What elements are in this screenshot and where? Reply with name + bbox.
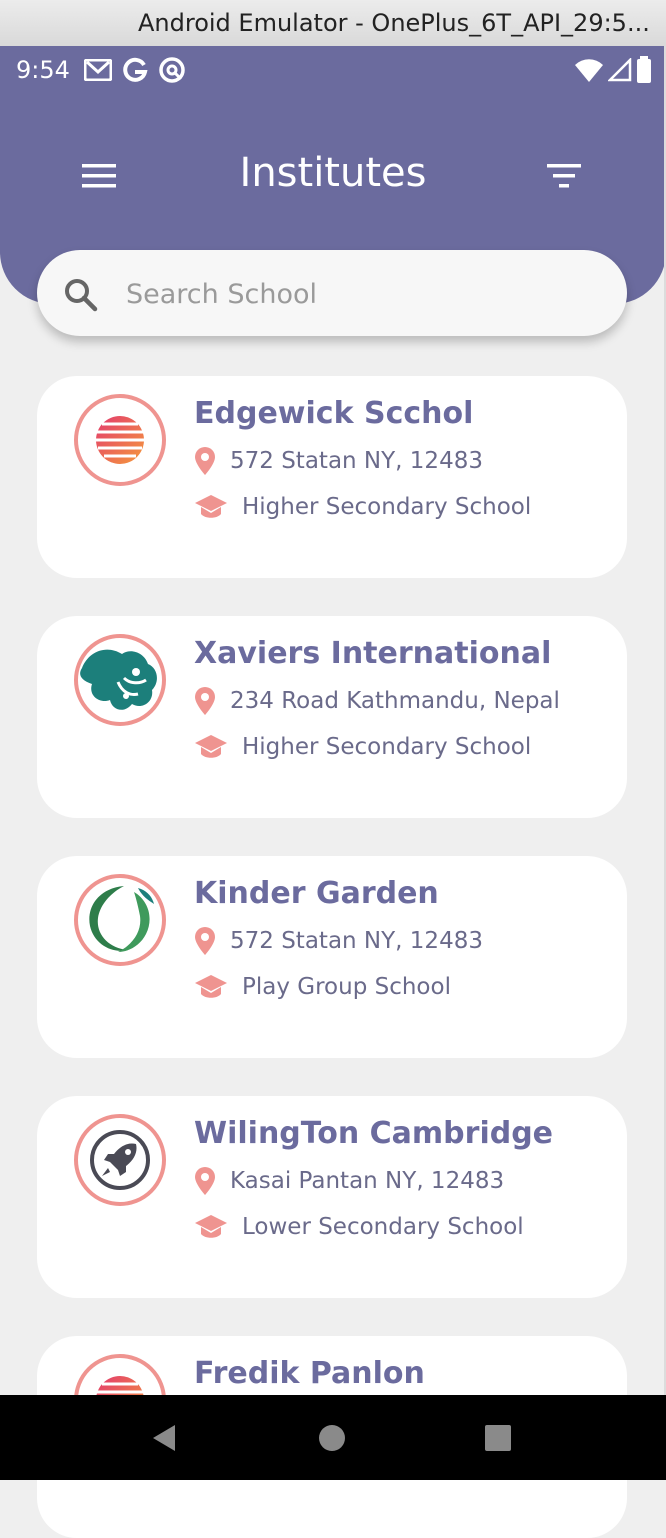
system-icons <box>574 53 652 87</box>
recents-button[interactable] <box>453 1395 543 1480</box>
institute-address: 572 Statan NY, 12483 <box>230 928 483 954</box>
institute-address-row: 572 Statan NY, 12483 <box>194 926 483 956</box>
location-pin-icon <box>195 687 215 715</box>
status-time: 9:54 <box>16 56 70 84</box>
search-input[interactable] <box>124 270 588 318</box>
location-pin-icon <box>195 927 215 955</box>
institute-address-row: 572 Statan NY, 12483 <box>194 446 483 476</box>
institute-type-row: Lower Secondary School <box>194 1214 524 1240</box>
graduation-cap-icon <box>195 735 227 758</box>
institute-address: 234 Road Kathmandu, Nepal <box>230 688 560 714</box>
emulator-title-bar: Android Emulator - OnePlus_6T_API_29:5..… <box>0 0 666 47</box>
institute-card[interactable]: Xaviers International 234 Road Kathmandu… <box>37 616 627 818</box>
institute-name: Edgewick Scchol <box>194 396 474 431</box>
cell-signal-icon <box>608 58 632 82</box>
back-button[interactable] <box>119 1395 209 1480</box>
data-saver-icon <box>159 57 185 83</box>
institute-name: Fredik Panlon <box>194 1356 425 1391</box>
window-title: Android Emulator - OnePlus_6T_API_29:5..… <box>138 9 650 37</box>
institute-address: 572 Statan NY, 12483 <box>230 448 483 474</box>
location-pin-icon <box>195 1167 215 1195</box>
home-button[interactable] <box>287 1395 377 1480</box>
institute-type: Higher Secondary School <box>242 494 532 520</box>
institute-type-row: Higher Secondary School <box>194 734 531 760</box>
institute-type-row: Play Group School <box>194 974 451 1000</box>
back-icon <box>153 1424 175 1451</box>
google-icon <box>123 57 148 82</box>
filter-button[interactable] <box>545 160 585 194</box>
institute-address: Kasai Pantan NY, 12483 <box>230 1168 505 1194</box>
institute-type: Lower Secondary School <box>242 1214 524 1240</box>
filter-icon <box>547 164 581 188</box>
institute-name: Kinder Garden <box>194 876 439 911</box>
battery-icon <box>637 56 651 83</box>
institute-type-row: Higher Secondary School <box>194 494 531 520</box>
institute-address-row: 234 Road Kathmandu, Nepal <box>194 686 560 716</box>
search-icon <box>65 279 98 312</box>
leaf-swirl-logo <box>74 874 166 966</box>
graduation-cap-icon <box>195 495 227 518</box>
institute-card[interactable]: Kinder Garden 572 Statan NY, 12483 Play … <box>37 856 627 1058</box>
institute-type: Play Group School <box>242 974 451 1000</box>
institute-card[interactable]: WilingTon Cambridge Kasai Pantan NY, 124… <box>37 1096 627 1298</box>
institute-card[interactable]: Edgewick Scchol 572 Statan NY, 12483 Hig… <box>37 376 627 578</box>
system-navigation-bar <box>0 1395 666 1480</box>
institute-type: Higher Secondary School <box>242 734 532 760</box>
home-icon <box>319 1424 345 1451</box>
institute-name: WilingTon Cambridge <box>194 1116 554 1151</box>
graduation-cap-icon <box>195 975 227 998</box>
notification-icons <box>84 52 186 88</box>
institute-address-row: Kasai Pantan NY, 12483 <box>194 1166 504 1196</box>
striped-globe-logo <box>74 394 166 486</box>
location-pin-icon <box>195 447 215 475</box>
recents-icon <box>485 1424 511 1451</box>
gmail-icon <box>84 59 112 81</box>
tree-logo <box>74 634 166 726</box>
wifi-icon <box>575 59 603 82</box>
institute-name: Xaviers International <box>194 636 552 671</box>
status-bar: 9:54 <box>0 46 666 94</box>
rocket-logo <box>74 1114 166 1206</box>
graduation-cap-icon <box>195 1215 227 1238</box>
